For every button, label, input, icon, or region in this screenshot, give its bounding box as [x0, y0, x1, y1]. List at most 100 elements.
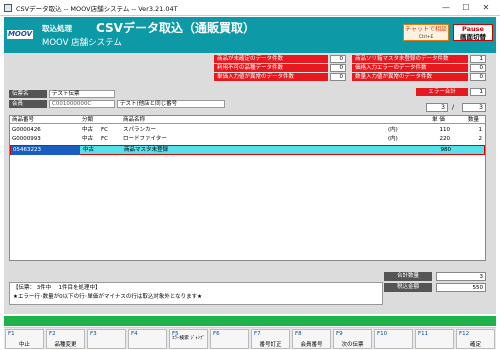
row-code: G0000426	[12, 127, 41, 133]
fkey-number: F11	[418, 331, 429, 337]
function-key-bar: F1 中止 F2 品種変更 F3 F4 F5 ｴﾗｰ検索 ｼﾞｬﾝﾌﾟ F6 F7 番号…	[4, 327, 496, 349]
stat-qty-error-label: 数量入力値が異常のデータ件数	[352, 73, 468, 81]
member-code-field[interactable]: C001000000C	[49, 100, 115, 108]
row-type: FC	[101, 127, 109, 133]
chat-consult-label: チャットで相談	[405, 26, 447, 33]
error-total-label: エラー合計	[416, 88, 468, 96]
fkey-number: F1	[8, 331, 15, 337]
page-title: CSVデータ取込（通販買取）	[96, 21, 255, 35]
screen-switch-label: 画面切替	[460, 32, 486, 41]
f5-error-jump-button[interactable]: F5 ｴﾗｰ検索 ｼﾞｬﾝﾌﾟ	[169, 329, 208, 349]
moov-logo: MOOV	[7, 30, 33, 39]
member-label: 会員	[9, 100, 47, 108]
total-amount-label: 税込金額	[384, 283, 432, 292]
stat-unregistered-label: 商品ソリ箱マスタ未登録のデータ件数	[352, 55, 468, 63]
fkey-number: F12	[459, 331, 470, 337]
row-qty: 1	[478, 127, 483, 133]
row-name: ロードファイター	[123, 136, 167, 142]
item-grid: 商品番号 分類 商品名称 単 価 数量 G0000426 中古 FC スパランカ…	[9, 115, 486, 261]
stat-unusable-value: 0	[330, 64, 346, 72]
fkey-label: 会員番号	[300, 342, 323, 348]
f6-button[interactable]: F6	[210, 329, 249, 349]
fkey-label: 確定	[469, 342, 481, 348]
status-line-note: ★エラー行･数量が0以下の行･単価がマイナスの行は取込対象外となります★	[13, 294, 203, 300]
f4-button[interactable]: F4	[128, 329, 167, 349]
row-condition: 中古	[82, 127, 94, 133]
row-price: 220	[439, 136, 451, 142]
row-condition: 中古	[83, 147, 95, 153]
status-line-progress: 【伝票： 3件中 1件目を処理中】	[13, 285, 101, 291]
member-name-field: テスト(他店と同じ番号	[117, 100, 225, 108]
fkey-number: F4	[131, 331, 138, 337]
fkey-label: 次の伝票	[341, 342, 364, 348]
header-category: 分類	[82, 117, 94, 123]
row-qty: 2	[478, 136, 483, 142]
header-name: 商品名称	[123, 117, 146, 123]
row-code: G0000993	[12, 136, 41, 142]
row-condition: 中古	[82, 136, 94, 142]
f2-change-type-button[interactable]: F2 品種変更	[46, 329, 85, 349]
row-type: FC	[101, 136, 109, 142]
f11-button[interactable]: F11	[415, 329, 454, 349]
close-icon[interactable]: ✕	[476, 2, 496, 14]
row-code: 05463223	[11, 146, 80, 155]
fkey-number: F6	[213, 331, 220, 337]
f12-confirm-button[interactable]: F12 確定	[456, 329, 495, 349]
chat-shortcut-label: Ctrl+E	[418, 34, 434, 40]
stat-unconfirmed-value: 0	[330, 55, 346, 63]
fkey-number: F9	[336, 331, 343, 337]
row-qty	[459, 146, 483, 155]
table-row[interactable]: G0000993 中古 FC ロードファイター (内) 220 2	[10, 135, 485, 144]
fkey-label: 中止	[18, 342, 30, 348]
process-label: 取込処理	[42, 24, 72, 33]
stat-unusable-label: 利用不可の品種データ件数	[214, 64, 328, 72]
window-titlebar: CSVデータ取込 -- MOOV店舗システム -- Ver3.21.04T — …	[0, 0, 500, 16]
f8-member-number-button[interactable]: F8 会員番号	[292, 329, 331, 349]
fkey-label: ｴﾗｰ検索 ｼﾞｬﾝﾌﾟ	[172, 336, 205, 341]
stat-price-error-label: 単価入力値が異常のデータ件数	[214, 73, 328, 81]
app-header: MOOV 取込処理 CSVデータ取込（通販買取） MOOV 店舗システム チャッ…	[4, 17, 496, 53]
f9-next-slip-button[interactable]: F9 次の伝票	[333, 329, 372, 349]
fkey-number: F8	[295, 331, 302, 337]
stat-unconfirmed-label: 商品が未確定のデータ件数	[214, 55, 328, 63]
status-message: 【伝票： 3件中 1件目を処理中】 ★エラー行･数量が0以下の行･単価がマイナス…	[9, 282, 383, 305]
total-qty-value: 3	[436, 272, 486, 281]
fkey-number: F2	[49, 331, 56, 337]
fkey-number: F7	[254, 331, 261, 337]
system-name: MOOV 店舗システム	[42, 38, 122, 48]
page-total: 3	[462, 103, 486, 112]
chat-consult-button[interactable]: チャットで相談 Ctrl+E	[403, 24, 449, 41]
header-code: 商品番号	[12, 117, 35, 123]
stat-price-input-label: 価格入力エラーのデータ件数	[352, 64, 468, 72]
slip-name-field[interactable]: テスト伝票	[49, 90, 115, 98]
page-separator: /	[452, 104, 455, 111]
table-row[interactable]: G0000426 中古 FC スパランカー (内) 110 1	[10, 126, 485, 135]
total-qty-label: 合計数量	[384, 272, 432, 281]
row-name: 商品マスタ未登録	[124, 147, 169, 153]
grid-header: 商品番号 分類 商品名称 単 価 数量	[10, 116, 485, 124]
fkey-number: F10	[377, 331, 388, 337]
minimize-icon[interactable]: —	[436, 2, 456, 14]
stat-unregistered-value: 1	[470, 55, 486, 63]
maximize-icon[interactable]: ☐	[456, 2, 476, 14]
page-current: 3	[426, 103, 448, 112]
f1-cancel-button[interactable]: F1 中止	[5, 329, 44, 349]
row-price: 980	[440, 147, 452, 153]
header-qty: 数量	[468, 117, 480, 123]
stat-price-error-value: 0	[330, 73, 346, 81]
f7-correct-number-button[interactable]: F7 番号訂正	[251, 329, 290, 349]
selected-table-row[interactable]: 05463223 中古 商品マスタ未登録 980	[10, 145, 485, 155]
total-amount-value: 550	[436, 283, 486, 292]
error-total-value: 1	[470, 88, 486, 96]
f10-button[interactable]: F10	[374, 329, 413, 349]
fkey-label: 品種変更	[54, 342, 77, 348]
function-key-bar-accent	[4, 316, 496, 326]
f3-button[interactable]: F3	[87, 329, 126, 349]
slip-label: 伝票名	[9, 90, 47, 98]
stat-qty-error-value: 0	[470, 73, 486, 81]
pause-button[interactable]: Pause 画面切替	[453, 24, 493, 41]
fkey-number: F3	[90, 331, 97, 337]
app-icon	[4, 4, 12, 12]
row-price: 110	[439, 127, 451, 133]
window-title: CSVデータ取込 -- MOOV店舗システム -- Ver3.21.04T	[16, 5, 178, 13]
